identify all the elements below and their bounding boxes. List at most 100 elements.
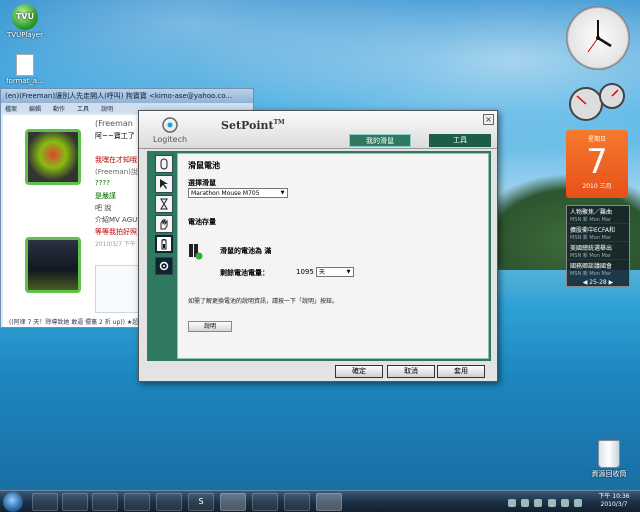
side-tab-gestures[interactable] [155, 215, 173, 233]
ok-button[interactable]: 確定 [335, 365, 383, 378]
desktop-icon-tvuplayer[interactable]: TVU TVUPlayer [0, 4, 50, 39]
news-time: Mon Mar [589, 271, 611, 277]
taskbar-media-icon[interactable] [92, 493, 118, 511]
setpoint-header: Logitech SetPointTM × 我的滑鼠 工具 [139, 111, 497, 149]
battery-full-icon [189, 244, 203, 260]
file-icon [16, 54, 34, 76]
desktop-icon-label: TVUPlayer [7, 31, 43, 39]
setpoint-title-text: SetPoint [221, 119, 274, 132]
tray-icon[interactable] [547, 499, 556, 507]
chat-timestamp: 2010/3/7 下午 [95, 241, 136, 248]
chat-line: 阿~~寶工了 [95, 132, 135, 140]
desktop-icon-recycle-bin[interactable]: 資源回收筒 [584, 440, 634, 479]
mouse-select-value: Marathon Mouse M705 [191, 190, 260, 197]
clock-gadget[interactable] [566, 6, 630, 70]
news-time: Mon Mar [589, 253, 611, 259]
news-source: MSN 新 [570, 235, 588, 241]
news-gadget[interactable]: 人物聚焦／難曲 MSN 新 Mon Mar 擴股衝中ECFA和 MSN 新 Mo… [566, 205, 630, 287]
news-title: 人物聚焦／難曲 [570, 209, 613, 216]
chevron-down-icon: ▼ [346, 269, 351, 275]
remaining-label: 剩餘電池電量： [220, 269, 269, 277]
tray-icon[interactable] [521, 499, 530, 507]
volume-icon[interactable] [574, 499, 583, 507]
mouse-select[interactable]: Marathon Mouse M705 ▼ [188, 188, 288, 198]
setpoint-window[interactable]: Logitech SetPointTM × 我的滑鼠 工具 滑鼠電池 選擇滑鼠 … [138, 110, 498, 382]
battery-level-text: 滑鼠的電池為 滿 [220, 247, 272, 255]
menu-item[interactable]: 檔案 [5, 104, 17, 113]
tab-tools[interactable]: 工具 [429, 134, 491, 147]
help-text: 如需了解更換電池的說明資訊，請按一下「說明」按鈕。 [188, 298, 339, 305]
cancel-button[interactable]: 取消 [387, 365, 435, 378]
menu-item[interactable]: 編輯 [29, 104, 41, 113]
chat-line: 等等我拍好照 [95, 228, 137, 236]
chat-line: 是嚴謹 [95, 192, 116, 200]
tray-icon[interactable] [508, 499, 516, 507]
pointer-icon [160, 179, 168, 189]
chat-line: 介紹MV AGUS [95, 216, 142, 224]
network-icon[interactable] [560, 499, 569, 507]
chat-line: (Freeman)說 [95, 168, 138, 176]
tray-clock[interactable]: 下午 10:36 2010/3/7 [594, 493, 634, 509]
side-tab-hourglass[interactable] [155, 195, 173, 213]
settings-icon [159, 261, 169, 271]
system-tray [508, 493, 592, 511]
news-source: MSN 新 [570, 217, 588, 223]
news-item[interactable]: 國務卿談議國會 MSN 新 Mon Mar [567, 260, 629, 278]
start-button[interactable] [3, 492, 23, 512]
cpu-meter-gadget[interactable] [566, 78, 630, 122]
calendar-month: 2010 三月 [582, 183, 612, 190]
panel-heading: 滑鼠電池 [188, 161, 220, 170]
taskbar-app-icon[interactable] [284, 493, 310, 511]
close-button[interactable]: × [483, 114, 494, 125]
taskbar-messenger-icon[interactable] [252, 493, 278, 511]
menu-item[interactable]: 動作 [53, 104, 65, 113]
chat-line: (Freeman [95, 119, 133, 128]
logitech-logo-icon [162, 117, 178, 133]
side-tab-battery[interactable] [155, 235, 173, 253]
tray-time: 下午 10:36 [598, 493, 630, 500]
chat-line: ???? [95, 179, 110, 187]
calendar-gadget[interactable]: 星期日 7 2010 三月 [566, 130, 628, 198]
remaining-value: 1095 [296, 268, 314, 276]
taskbar-setpoint-icon[interactable] [316, 493, 342, 511]
contact-avatar[interactable] [25, 129, 81, 185]
apply-button[interactable]: 套用 [437, 365, 485, 378]
mouse-icon [160, 158, 168, 170]
battery-icon [161, 239, 167, 250]
news-title: 擴股衝中ECFA和 [570, 227, 615, 234]
messenger-title[interactable]: (en)(Freeman)讓別人先走開人(呼叫) 狗寶寶 <kimo-ase@y… [1, 89, 253, 103]
menu-item[interactable]: 說明 [101, 104, 113, 113]
chevron-down-icon: ▼ [280, 190, 285, 196]
side-tab-pointer[interactable] [155, 175, 173, 193]
tray-icon[interactable] [534, 499, 543, 507]
unit-select[interactable]: 天 ▼ [316, 267, 354, 277]
news-item[interactable]: 人物聚焦／難曲 MSN 新 Mon Mar [567, 206, 629, 224]
news-item[interactable]: 美國總統選舉出 MSN 新 Mon Mar [567, 242, 629, 260]
news-title: 國務卿談議國會 [570, 263, 613, 270]
taskbar-ie-icon[interactable] [32, 493, 58, 511]
taskbar-explorer-icon[interactable] [62, 493, 88, 511]
side-tab-wireless[interactable] [155, 257, 173, 275]
tvuplayer-icon: TVU [12, 4, 38, 30]
taskbar-skype-icon[interactable]: S [188, 493, 214, 511]
tab-my-mouse[interactable]: 我的滑鼠 [349, 134, 411, 147]
desktop-icon-format[interactable]: format_a... [0, 54, 50, 85]
hourglass-icon [160, 198, 168, 210]
news-pager[interactable]: ◀ 25-28 ▶ [567, 278, 629, 286]
side-tab-buttons[interactable] [155, 155, 173, 173]
taskbar: S 下午 10:36 2010/3/7 [0, 490, 640, 512]
desktop-icon-label: 資源回收筒 [591, 470, 627, 478]
taskbar-chrome-icon[interactable] [124, 493, 150, 511]
news-item[interactable]: 擴股衝中ECFA和 MSN 新 Mon Mar [567, 224, 629, 242]
news-source: MSN 新 [570, 271, 588, 277]
clock-face-icon [587, 20, 612, 53]
menu-item[interactable]: 工具 [77, 104, 89, 113]
battery-status-label: 電池存量 [188, 218, 216, 226]
help-button[interactable]: 說明 [188, 321, 232, 332]
news-title: 美國總統選舉出 [570, 245, 613, 252]
taskbar-app-icon[interactable] [156, 493, 182, 511]
desktop-icon-label: format_a... [6, 77, 44, 85]
my-avatar[interactable] [25, 237, 81, 293]
select-mouse-label: 選擇滑鼠 [188, 179, 216, 187]
taskbar-app-icon[interactable] [220, 493, 246, 511]
